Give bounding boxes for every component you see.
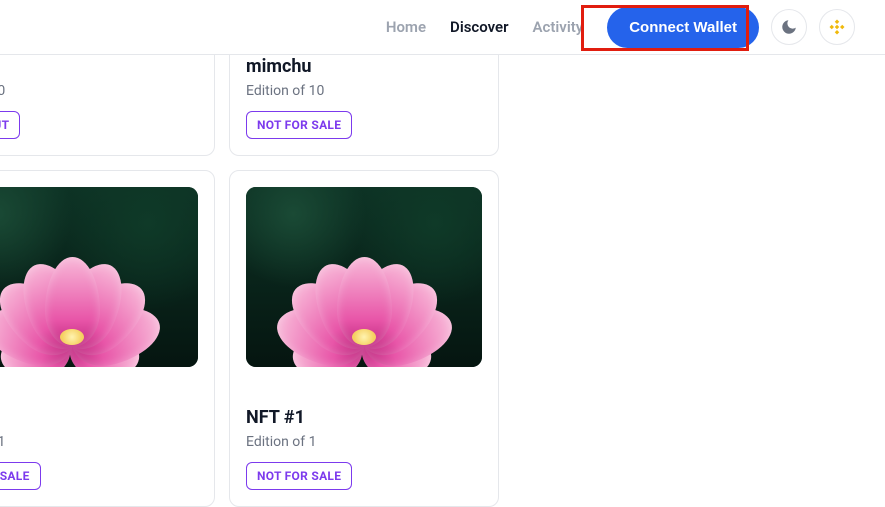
nft-title: #1: [0, 407, 198, 428]
nft-image: [246, 187, 482, 367]
nav-discover[interactable]: Discover: [450, 18, 508, 36]
nft-title: mimchu: [246, 56, 482, 77]
moon-icon: [780, 18, 798, 36]
nft-status-tag: FOR SALE: [0, 462, 41, 490]
nft-title: chu: [0, 56, 198, 77]
main-nav: Home Discover Activity: [386, 18, 583, 36]
nft-card[interactable]: NFT #1 Edition of 1 NOT FOR SALE: [229, 170, 499, 507]
bnb-icon: [828, 18, 846, 36]
dark-mode-toggle[interactable]: [771, 9, 807, 45]
nav-activity[interactable]: Activity: [533, 18, 584, 36]
nft-card[interactable]: #1 on of 1 FOR SALE: [0, 170, 215, 507]
nft-edition: on of 1: [0, 434, 198, 450]
connect-wallet-button[interactable]: Connect Wallet: [607, 7, 759, 48]
nft-row-2: #1 on of 1 FOR SALE NFT #1 Edition of 1 …: [0, 170, 499, 507]
network-toggle[interactable]: [819, 9, 855, 45]
nft-edition: Edition of 1: [246, 434, 482, 450]
nft-edition: n of 10: [0, 83, 198, 99]
nav-home[interactable]: Home: [386, 18, 426, 36]
nft-status-tag: O OUT: [0, 111, 20, 139]
nft-status-tag: NOT FOR SALE: [246, 111, 352, 139]
header: Home Discover Activity Connect Wallet: [0, 0, 885, 55]
nft-title: NFT #1: [246, 407, 482, 428]
nft-status-tag: NOT FOR SALE: [246, 462, 352, 490]
nft-image: [0, 187, 198, 367]
nft-edition: Edition of 10: [246, 83, 482, 99]
